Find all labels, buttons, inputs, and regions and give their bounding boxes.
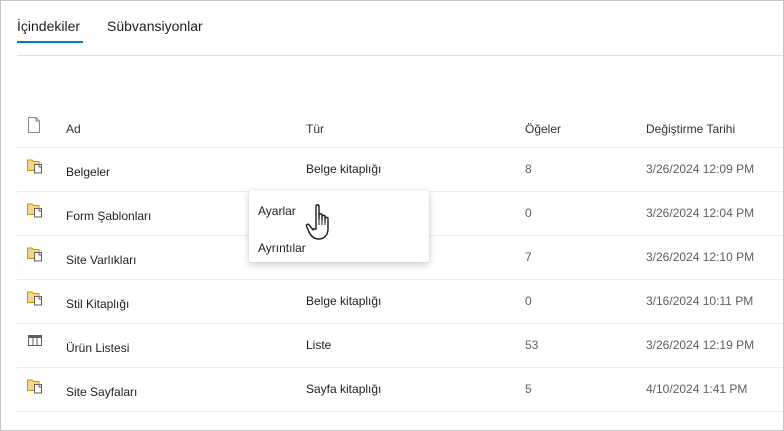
row-modified: 3/26/2024 12:04 PM	[646, 206, 755, 220]
row-name[interactable]: Form Şablonları	[66, 209, 151, 223]
row-type: Sayfa kitaplığı	[306, 382, 382, 396]
library-icon	[27, 290, 44, 306]
row-type: Belge kitaplığı	[306, 294, 382, 308]
row-type: Liste	[306, 338, 332, 352]
tab-divider	[17, 55, 783, 56]
row-items: 53	[525, 338, 539, 352]
table-row[interactable]: Site Sayfaları Sayfa kitaplığı 5 4/10/20…	[17, 368, 783, 412]
list-icon	[27, 334, 43, 348]
library-icon	[27, 158, 44, 174]
header-modified[interactable]: Değiştirme Tarihi	[646, 122, 735, 136]
row-modified: 3/26/2024 12:09 PM	[646, 162, 755, 176]
row-modified: 3/26/2024 12:10 PM	[646, 250, 755, 264]
tab-contents[interactable]: İçindekiler	[17, 18, 80, 34]
row-modified: 3/16/2024 10:11 PM	[646, 294, 754, 308]
row-items: 5	[525, 382, 532, 396]
header-name[interactable]: Ad	[66, 122, 81, 136]
table-row[interactable]: Ürün Listesi Liste 53 3/26/2024 12:19 PM	[17, 324, 783, 368]
row-name[interactable]: Stil Kitaplığı	[66, 297, 129, 311]
row-modified: 4/10/2024 1:41 PM	[646, 382, 748, 396]
menu-item-details[interactable]: Ayrıntılar	[258, 241, 306, 255]
menu-item-settings[interactable]: Ayarlar	[258, 204, 296, 218]
table-header-row: Ad Tür Öğeler Değiştirme Tarihi	[17, 105, 783, 148]
library-icon	[27, 378, 44, 394]
row-items: 0	[525, 206, 532, 220]
tab-subsites[interactable]: Sübvansiyonlar	[107, 18, 203, 34]
library-icon	[27, 246, 44, 262]
row-items: 0	[525, 294, 532, 308]
row-items: 7	[525, 250, 532, 264]
hand-pointer-icon	[304, 203, 340, 243]
row-name[interactable]: Ürün Listesi	[66, 341, 129, 355]
file-icon[interactable]	[27, 117, 41, 133]
tab-bar: İçindekiler Sübvansiyonlar	[1, 1, 783, 56]
table-row[interactable]: Stil Kitaplığı Belge kitaplığı 0 3/16/20…	[17, 280, 783, 324]
row-name[interactable]: Site Sayfaları	[66, 385, 137, 399]
row-items: 8	[525, 162, 532, 176]
active-tab-indicator	[17, 41, 83, 43]
row-name[interactable]: Belgeler	[66, 165, 110, 179]
site-contents-panel: İçindekiler Sübvansiyonlar Ad Tür Öğeler…	[0, 0, 784, 431]
header-items[interactable]: Öğeler	[525, 122, 561, 136]
table-row[interactable]: Belgeler Belge kitaplığı 8 3/26/2024 12:…	[17, 148, 783, 192]
row-modified: 3/26/2024 12:19 PM	[646, 338, 755, 352]
row-name[interactable]: Site Varlıkları	[66, 253, 136, 267]
row-type: Belge kitaplığı	[306, 162, 382, 176]
library-icon	[27, 202, 44, 218]
header-type[interactable]: Tür	[306, 122, 324, 136]
